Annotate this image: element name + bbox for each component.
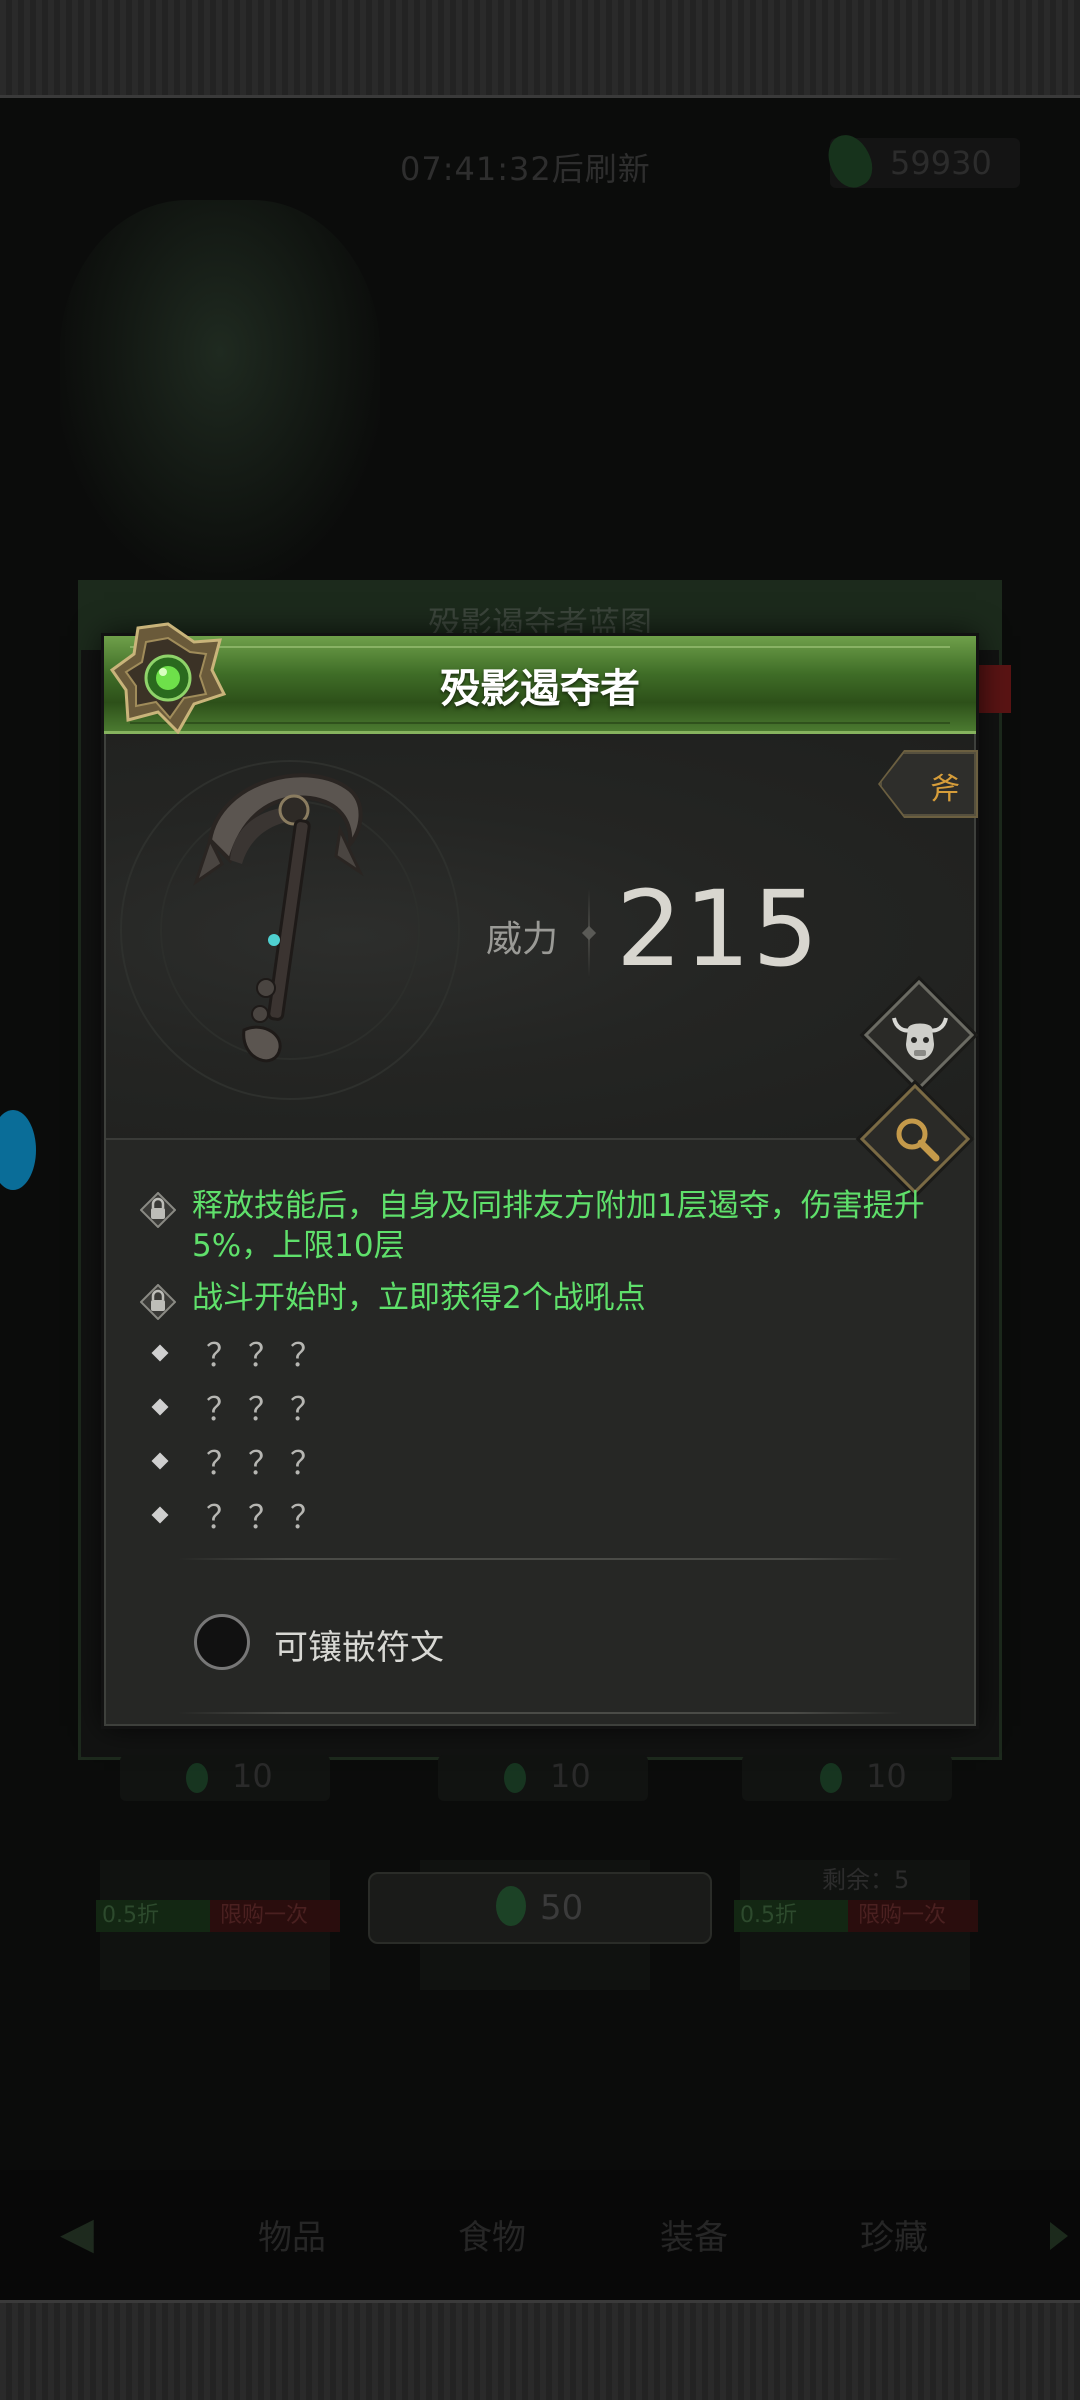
price-slot (120, 1755, 330, 1801)
refresh-timer: 07:41:32后刷新 (400, 150, 651, 188)
bottom-frame (0, 2300, 1080, 2400)
trait-text: 释放技能后，自身及同排友方附加1层遏夺，伤害提升5%，上限10层 (192, 1188, 925, 1264)
limit-tag: 限购一次 (210, 1900, 340, 1932)
magnifier-icon (896, 1118, 940, 1162)
back-arrow-icon[interactable]: ◀ (60, 2208, 160, 2259)
limit-tag: 限购一次 (848, 1900, 978, 1932)
tab-items[interactable]: 物品 (258, 2210, 326, 2259)
price-value: 10 (550, 1757, 591, 1795)
emerald-icon (496, 1886, 526, 1926)
tab-food[interactable]: 食物 (458, 2210, 526, 2259)
next-arrow-icon[interactable] (1050, 2222, 1068, 2250)
price-slot (438, 1755, 648, 1801)
price-value: 10 (232, 1757, 273, 1795)
trait-item: 释放技能后，自身及同排友方附加1层遏夺，伤害提升5%，上限10层 (140, 1186, 940, 1266)
power-label: 威力 (486, 919, 559, 960)
socket-label: 可镶嵌符文 (274, 1628, 444, 1668)
discount-tag: 0.5折 (96, 1900, 216, 1932)
emerald-icon (504, 1763, 526, 1793)
tab-collection[interactable]: 珍藏 (860, 2210, 928, 2259)
bullet-diamond-icon (151, 1398, 169, 1416)
buy-price: 50 (540, 1888, 584, 1928)
unknown-trait: ？？？ (140, 1494, 940, 1536)
discount-tag: 0.5折 (734, 1900, 854, 1932)
hero-portrait (60, 200, 380, 580)
trait-text: 战斗开始时，立即获得2个战吼点 (192, 1280, 646, 1316)
currency-value: 59930 (890, 144, 992, 182)
weapon-type-label: 斧 (930, 772, 960, 807)
unknown-trait: ？？？ (140, 1440, 940, 1482)
emerald-icon (820, 1763, 842, 1793)
scythe-axe-icon (193, 773, 364, 1063)
item-title: 殁影遏夺者 (440, 666, 640, 712)
top-frame (0, 0, 1080, 98)
unknown-trait: ？？？ (140, 1386, 940, 1428)
bullet-diamond-icon (151, 1506, 169, 1524)
section-divider (178, 1558, 902, 1560)
bullet-diamond-icon (151, 1452, 169, 1470)
remaining-count: 剩余：5 (822, 1866, 910, 1894)
trait-item: 战斗开始时，立即获得2个战吼点 (140, 1278, 940, 1320)
trait-list: 释放技能后，自身及同排友方附加1层遏夺，伤害提升5%，上限10层 战斗开始时，立… (140, 1186, 940, 1548)
price-slot (742, 1755, 952, 1801)
tab-equipment[interactable]: 装备 (660, 2210, 728, 2259)
bull-skull-icon (892, 1017, 948, 1060)
emerald-icon (186, 1763, 208, 1793)
unknown-trait-text: ？？？ (206, 1444, 333, 1482)
unknown-trait-text: ？？？ (206, 1498, 333, 1536)
section-divider (178, 1712, 902, 1714)
unknown-trait: ？？？ (140, 1332, 940, 1374)
unknown-trait-text: ？？？ (206, 1336, 333, 1374)
green-gem-emblem-icon (109, 622, 227, 735)
bullet-diamond-icon (151, 1344, 169, 1362)
unknown-trait-text: ？？？ (206, 1390, 333, 1428)
rune-socket[interactable] (194, 1614, 250, 1670)
lock-icon (140, 1284, 176, 1320)
price-value: 10 (866, 1757, 907, 1795)
power-value: 215 (616, 868, 821, 990)
lock-icon (140, 1192, 176, 1228)
